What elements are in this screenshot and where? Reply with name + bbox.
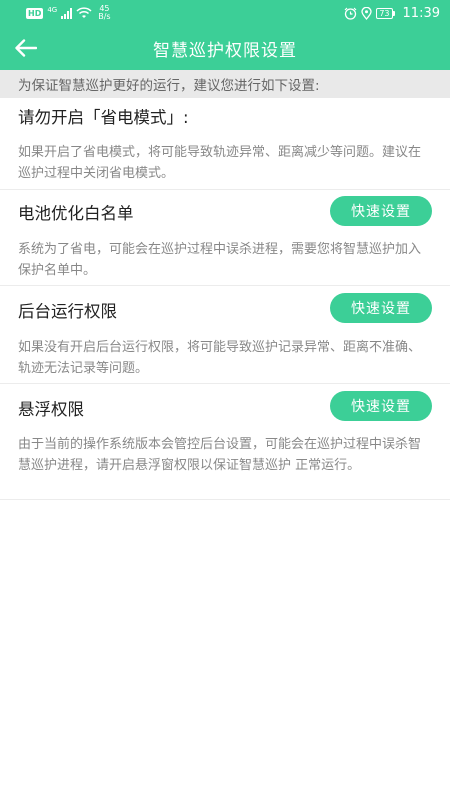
signal-icon — [61, 7, 73, 19]
section-description: 由于当前的操作系统版本会管控后台设置，可能会在巡护过程中误杀智慧巡护进程，请开启… — [18, 437, 422, 473]
section-battery-whitelist: 电池优化白名单 快速设置 系统为了省电，可能会在巡护过程中误杀进程，需要您将智慧… — [0, 190, 450, 286]
wifi-icon — [76, 7, 92, 18]
battery-whitelist-quick-setup-button[interactable]: 快速设置 — [330, 196, 432, 226]
arrow-left-icon — [15, 39, 37, 57]
status-bar-right: 73 11:39 — [344, 6, 440, 21]
background-permission-quick-setup-button[interactable]: 快速设置 — [330, 293, 432, 323]
alarm-icon — [344, 7, 357, 20]
back-button[interactable] — [12, 34, 40, 62]
battery-icon: 73 — [376, 7, 395, 19]
network-type: 4G — [47, 5, 58, 14]
hd-badge: HD — [26, 7, 44, 19]
section-floating-permission: 悬浮权限 快速设置 由于当前的操作系统版本会管控后台设置，可能会在巡护过程中误杀… — [0, 384, 450, 500]
location-icon — [361, 6, 372, 20]
status-bar-left: HD 4G 45 B/s — [26, 5, 111, 21]
status-bar: HD 4G 45 B/s 73 11:39 — [0, 0, 450, 26]
section-power-saving: 请勿开启「省电模式」: 如果开启了省电模式，将可能导致轨迹异常、距离减少等问题。… — [0, 98, 450, 190]
section-title: 请勿开启「省电模式」: — [18, 108, 189, 127]
settings-notice: 为保证智慧巡护更好的运行，建议您进行如下设置: — [0, 70, 450, 98]
section-description: 如果没有开启后台运行权限，将可能导致巡护记录异常、距离不准确、轨迹无法记录等问题… — [18, 340, 422, 376]
section-background-permission: 后台运行权限 快速设置 如果没有开启后台运行权限，将可能导致巡护记录异常、距离不… — [0, 286, 450, 384]
app-bar: 智慧巡护权限设置 — [0, 26, 450, 70]
section-description: 系统为了省电，可能会在巡护过程中误杀进程，需要您将智慧巡护加入保护名单中。 — [18, 242, 422, 278]
page-title: 智慧巡护权限设置 — [153, 40, 297, 61]
section-description: 如果开启了省电模式，将可能导致轨迹异常、距离减少等问题。建议在巡护过程中关闭省电… — [18, 145, 422, 181]
section-title: 电池优化白名单 — [18, 204, 134, 223]
floating-permission-quick-setup-button[interactable]: 快速设置 — [330, 391, 432, 421]
speed-unit: B/s — [98, 12, 111, 21]
battery-level: 73 — [376, 7, 393, 19]
section-title: 悬浮权限 — [18, 400, 84, 419]
clock-time: 11:39 — [402, 5, 440, 21]
section-title: 后台运行权限 — [18, 302, 117, 321]
network-speed: 45 B/s — [98, 5, 110, 21]
